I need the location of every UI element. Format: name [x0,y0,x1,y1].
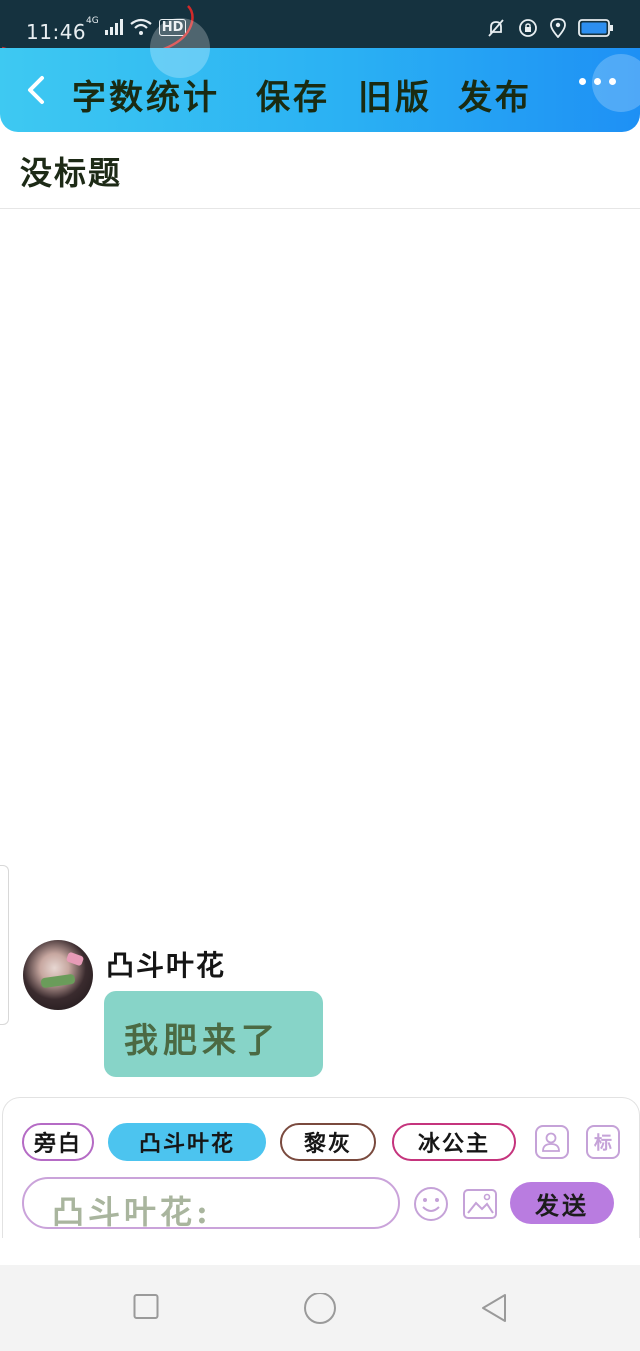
send-button[interactable]: 发送 [510,1182,614,1224]
home-icon[interactable] [303,1293,337,1327]
avatar-ribbon-detail [65,951,85,967]
avatar[interactable] [23,940,93,1010]
side-drawer-handle[interactable] [0,865,9,1025]
publish-button[interactable]: 发布 [458,70,532,119]
add-character-icon[interactable] [535,1125,569,1159]
mute-bell-icon [488,19,504,37]
message-sender-name: 凸斗叶花 [106,949,227,982]
recent-apps-icon[interactable] [133,1293,159,1321]
avatar-bamboo-detail [40,973,76,989]
status-bar: 11:46 4G HD [0,0,640,60]
back-arrow-icon[interactable] [22,70,50,110]
role-chip-lihui[interactable]: 黎灰 [280,1123,376,1161]
role-chip-narration[interactable]: 旁白 [22,1123,94,1161]
message-bubble[interactable]: 我肥来了 [104,991,323,1077]
more-menu-icon[interactable] [579,78,616,85]
page-title[interactable]: 没标题 [20,148,122,194]
message-input[interactable]: 凸斗叶花: [22,1177,400,1231]
back-icon[interactable] [480,1293,508,1325]
word-count-button[interactable]: 字数统计 [72,70,220,119]
status-right-icons [486,18,614,38]
app-bar: 字数统计 保存 旧版 发布 [0,18,640,132]
message-text: 我肥来了 [124,1021,280,1061]
role-chip-bing[interactable]: 冰公主 [392,1123,516,1161]
emoji-icon[interactable] [413,1186,449,1222]
save-button[interactable]: 保存 [256,70,330,119]
decorative-bubble [150,18,210,78]
lock-rotate-icon [519,19,537,37]
old-version-button[interactable]: 旧版 [358,70,432,119]
image-icon[interactable] [462,1186,498,1222]
battery-icon [578,19,613,37]
location-icon [550,18,566,38]
system-nav-bar [0,1265,640,1351]
divider [0,208,640,209]
role-chip-tudou[interactable]: 凸斗叶花 [108,1123,266,1161]
mark-button[interactable]: 标 [586,1125,620,1159]
message-input-value: 凸斗叶花: [52,1193,212,1231]
